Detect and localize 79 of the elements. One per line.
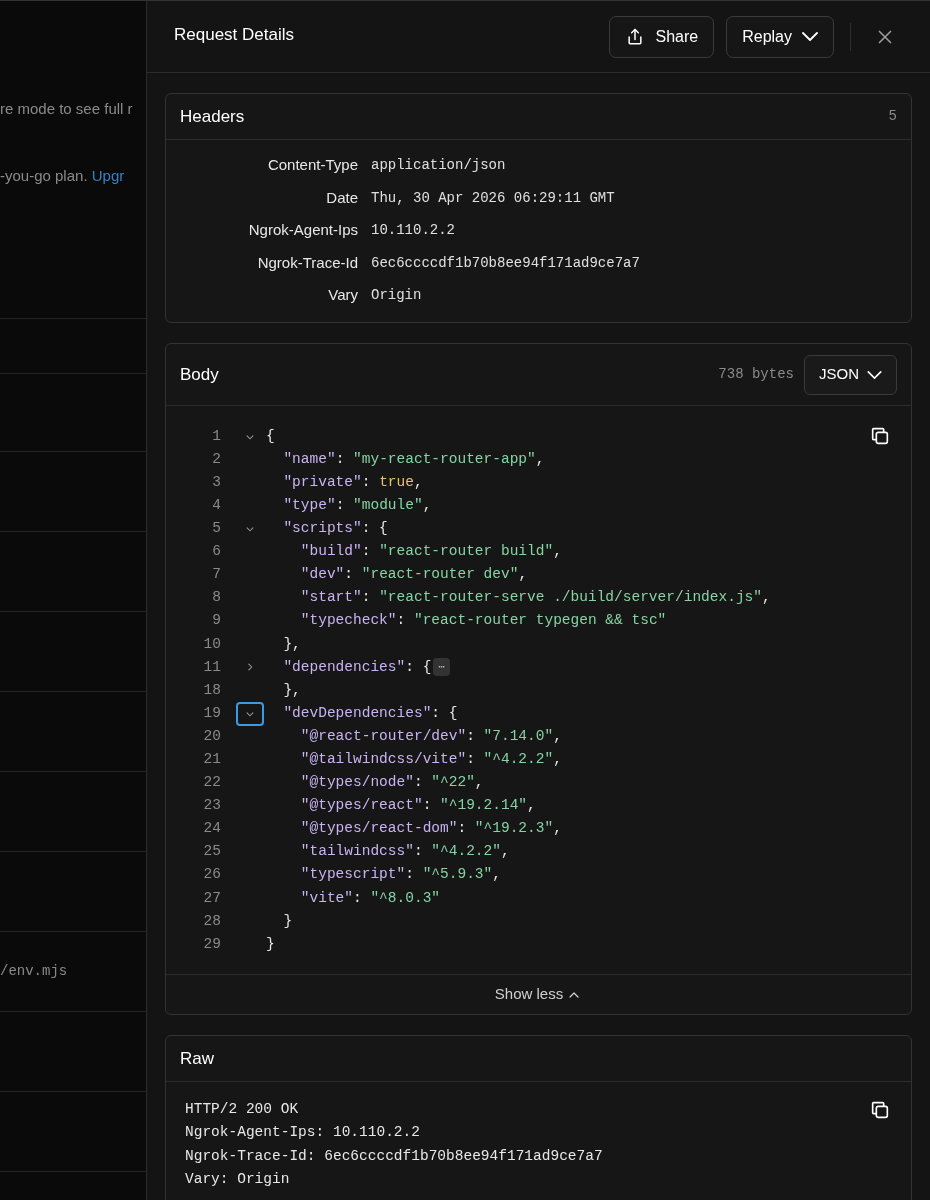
raw-line: Vary: Origin bbox=[185, 1170, 290, 1190]
code-line: "start": "react-router-serve ./build/server/index.js", bbox=[299, 588, 771, 608]
line-number: 23 bbox=[202, 796, 221, 816]
line-number: 4 bbox=[211, 495, 221, 515]
code-line: "@react-router/dev": "7.14.0", bbox=[299, 726, 562, 746]
code-line: "name": "my-react-router-app", bbox=[282, 449, 545, 469]
line-number: 21 bbox=[202, 750, 221, 769]
raw-line: Ngrok-Trace-Id: 6ec6ccccdf1b70b8ee94f171ad9ce7a7 bbox=[185, 1146, 603, 1166]
line-number: 29 bbox=[202, 934, 221, 954]
line-number: 2 bbox=[211, 449, 221, 469]
header-value: 10.110.2.2 bbox=[371, 221, 456, 240]
chevron-down-icon bbox=[802, 32, 818, 41]
header-value: Origin bbox=[371, 286, 423, 305]
line-number: 10 bbox=[202, 634, 221, 654]
line-number: 22 bbox=[202, 773, 221, 793]
header-name: Vary bbox=[327, 285, 358, 305]
code-line: } bbox=[282, 911, 293, 931]
raw-line: HTTP/2 200 OK bbox=[185, 1100, 299, 1120]
background-text: re mode to see full r bbox=[0, 99, 133, 119]
replay-button[interactable]: Replay bbox=[726, 15, 834, 58]
line-number: 9 bbox=[211, 611, 221, 631]
code-line: "dev": "react-router dev", bbox=[299, 565, 528, 585]
code-line: "@types/react": "^19.2.14", bbox=[299, 796, 536, 816]
line-number: 18 bbox=[202, 680, 221, 700]
code-line: "@types/node": "^22", bbox=[299, 773, 484, 793]
code-line: "scripts": { bbox=[282, 519, 388, 539]
copy-button[interactable] bbox=[869, 425, 891, 447]
header-name: Ngrok-Agent-Ips bbox=[247, 220, 358, 240]
code-line: "@tailwindcss/vite": "^4.2.2", bbox=[299, 750, 562, 769]
line-number: 20 bbox=[202, 726, 221, 746]
panel-title: Request Details bbox=[174, 24, 295, 47]
section-title: Body bbox=[180, 363, 220, 386]
line-number: 26 bbox=[202, 865, 221, 885]
copy-icon bbox=[869, 425, 891, 447]
code-line: { bbox=[266, 426, 275, 446]
upgrade-link[interactable]: Upgr bbox=[91, 167, 125, 184]
header-name: Ngrok-Trace-Id bbox=[256, 252, 358, 273]
header-value: 6ec6ccccdf1b70b8ee94f171ad9ce7a7 bbox=[371, 253, 641, 273]
code-line: "devDependencies": { bbox=[282, 703, 458, 723]
line-number: 11 bbox=[202, 657, 221, 677]
line-number: 25 bbox=[202, 842, 221, 862]
line-number: 27 bbox=[202, 888, 221, 908]
code-line: }, bbox=[282, 634, 301, 654]
code-line: "vite": "^8.0.3" bbox=[299, 888, 441, 908]
header-count: 5 bbox=[888, 107, 897, 126]
header-value: Thu, 30 Apr 2026 06:29:11 GMT bbox=[371, 188, 616, 208]
background-text: /env.mjs bbox=[0, 962, 68, 981]
line-number: 5 bbox=[211, 519, 221, 539]
code-line: "typecheck": "react-router typegen && tsc" bbox=[299, 611, 667, 631]
code-line: }, bbox=[282, 680, 301, 700]
header-name: Date bbox=[325, 187, 358, 208]
header-value: application/json bbox=[371, 156, 507, 175]
line-number: 24 bbox=[202, 819, 221, 839]
line-number: 19 bbox=[202, 703, 221, 723]
code-line: "tailwindcss": "^4.2.2", bbox=[299, 842, 510, 862]
code-line: "build": "react-router build", bbox=[299, 542, 562, 562]
raw-line: Ngrok-Agent-Ips: 10.110.2.2 bbox=[185, 1123, 420, 1143]
section-title: Raw bbox=[180, 1047, 215, 1070]
code-line: "private": true, bbox=[282, 472, 423, 492]
header-name: Content-Type bbox=[266, 155, 358, 175]
format-dropdown[interactable]: JSON bbox=[804, 354, 897, 395]
line-number: 28 bbox=[202, 911, 221, 931]
fold-toggle[interactable] bbox=[236, 701, 264, 726]
show-less-button[interactable]: Show less bbox=[494, 983, 583, 1006]
code-line: "dependencies": { ⋯ bbox=[266, 656, 450, 679]
chevron-down-icon bbox=[867, 370, 882, 379]
code-line: "@types/react-dom": "^19.2.3", bbox=[299, 819, 562, 839]
background-text: -you-go plan. Upgr bbox=[0, 166, 125, 186]
code-line: } bbox=[266, 934, 275, 954]
body-size: 738 bytes bbox=[718, 365, 794, 384]
code-line: "typescript": "^5.9.3", bbox=[299, 865, 501, 885]
share-button[interactable]: Share bbox=[609, 15, 715, 58]
section-title: Headers bbox=[180, 105, 246, 128]
line-number: 3 bbox=[211, 472, 221, 492]
code-line: "type": "module", bbox=[282, 495, 432, 515]
line-number: 7 bbox=[211, 565, 221, 585]
line-number: 1 bbox=[211, 426, 221, 446]
line-number: 6 bbox=[211, 542, 221, 562]
line-number: 8 bbox=[211, 588, 221, 608]
